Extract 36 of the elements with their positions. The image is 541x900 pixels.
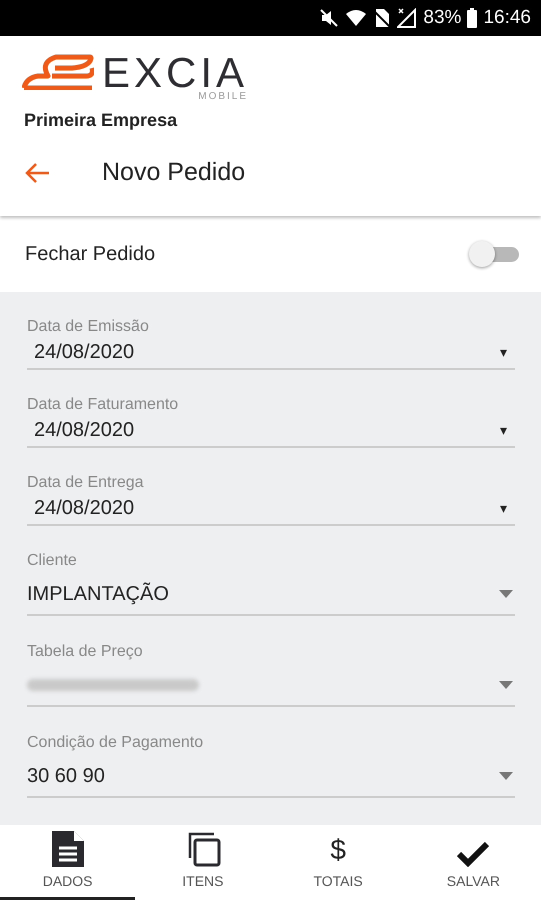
nav-tab[interactable]: SALVAR (406, 825, 541, 900)
nav-tab[interactable]: $ TOTAIS (270, 825, 406, 900)
battery-icon (467, 8, 478, 28)
close-order-label: Fechar Pedido (25, 242, 156, 266)
field-label: Tabela de Preço (27, 643, 144, 662)
battery-percentage: 83% (423, 6, 462, 29)
nav-tab[interactable]: ITENS (135, 825, 270, 900)
dollar-icon: $ (330, 832, 346, 867)
company-name: Primeira Empresa (24, 110, 178, 131)
field-label: Data de Faturamento (27, 396, 180, 414)
field-label: Data de Emissão (27, 318, 150, 336)
field-label: Data de Entrega (27, 474, 145, 492)
signal-icon (397, 8, 418, 28)
dropdown-field[interactable]: IMPLANTAÇÃO (27, 574, 515, 616)
field-label: Condição de Pagamento (27, 734, 204, 752)
logo-subtitle: MOBILE (198, 92, 248, 102)
document-icon (52, 830, 84, 867)
dropdown-arrow-icon (499, 681, 513, 690)
nav-tab[interactable]: DADOS (0, 825, 136, 900)
dropdown-field[interactable]: 30 60 90 (27, 756, 515, 798)
wifi-icon (345, 8, 368, 27)
field-label: Cliente (27, 552, 78, 570)
page-title: Novo Pedido (102, 158, 246, 188)
date-field[interactable]: 24/08/2020 ▾ (27, 492, 515, 526)
clock-time: 16:46 (483, 6, 531, 29)
logo-icon (22, 54, 94, 90)
date-field[interactable]: 24/08/2020 ▾ (27, 414, 515, 448)
date-field[interactable]: 24/08/2020 ▾ (27, 336, 515, 370)
logo-wordmark: EXCIA (102, 54, 248, 92)
dropdown-arrow-icon (499, 590, 513, 598)
dropdown-arrow-icon (499, 772, 513, 780)
back-arrow-icon (24, 162, 50, 184)
check-icon (457, 840, 490, 867)
close-order-switch[interactable] (467, 239, 519, 270)
no-sim-icon (373, 8, 392, 28)
mute-icon (319, 8, 340, 28)
